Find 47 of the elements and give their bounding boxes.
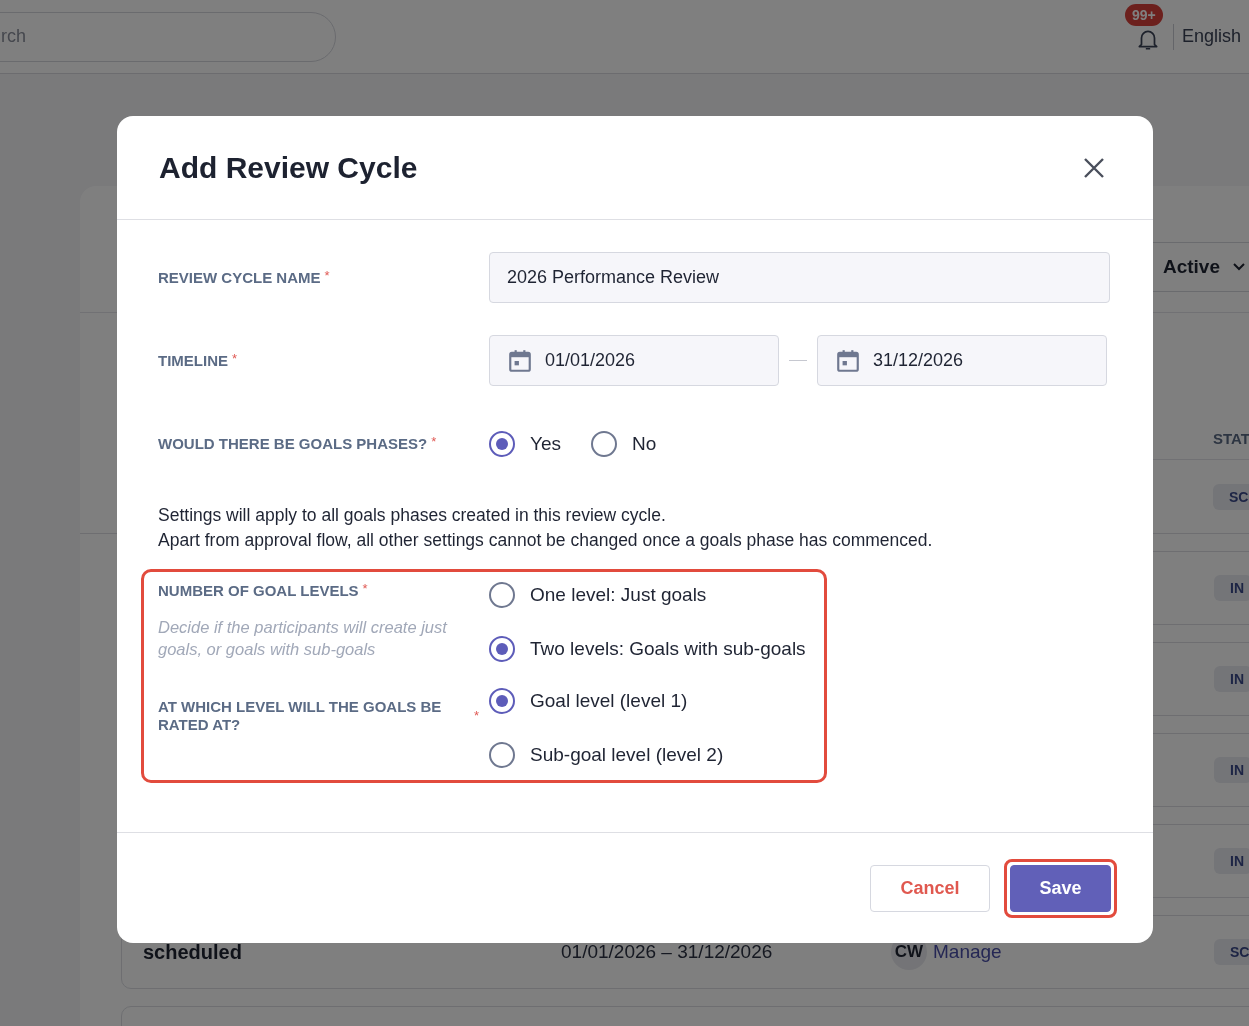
required-mark: * bbox=[324, 268, 330, 283]
status-badge: IN bbox=[1214, 757, 1249, 783]
option-label: Two levels: Goals with sub-goals bbox=[530, 638, 806, 660]
radio-button[interactable] bbox=[489, 742, 515, 768]
status-badge: SC bbox=[1213, 483, 1249, 510]
column-header: STAT bbox=[1213, 430, 1249, 447]
field-label: NUMBER OF GOAL LEVELS bbox=[158, 582, 359, 600]
radio-button[interactable] bbox=[591, 430, 617, 457]
notification-badge: 99+ bbox=[1124, 3, 1163, 26]
status-badge: SC bbox=[1214, 939, 1249, 965]
status-badge: IN bbox=[1214, 666, 1249, 692]
required-mark: * bbox=[362, 582, 368, 596]
field-label: REVIEW CYCLE NAME bbox=[158, 268, 321, 287]
language-selector[interactable]: English bbox=[1181, 26, 1241, 47]
field-label: TIMELINE bbox=[158, 351, 228, 370]
cycle-name: scheduled bbox=[143, 940, 243, 964]
required-mark: * bbox=[431, 434, 437, 449]
cancel-button[interactable]: Cancel bbox=[870, 864, 990, 912]
calendar-icon bbox=[835, 347, 861, 374]
option-label: No bbox=[632, 432, 657, 455]
radio-button[interactable] bbox=[489, 430, 515, 457]
timeline-text: 01/01/2026 – 31/12/2026 bbox=[561, 941, 774, 963]
date-field[interactable]: 01/01/2026 bbox=[489, 335, 779, 386]
hint-text: Decide if the participants will create just goals, or goals with sub-goals bbox=[158, 617, 449, 660]
manage-link[interactable]: Manage bbox=[933, 941, 1002, 963]
radio-button[interactable] bbox=[489, 582, 515, 608]
date-field[interactable]: 31/12/2026 bbox=[817, 335, 1107, 386]
calendar-icon bbox=[507, 347, 533, 374]
option-label: Goal level (level 1) bbox=[530, 690, 688, 712]
field-label: WOULD THERE BE GOALS PHASES? bbox=[158, 434, 428, 453]
close-icon bbox=[1083, 156, 1105, 179]
caret-icon bbox=[1232, 262, 1246, 272]
status-badge: IN bbox=[1214, 848, 1249, 874]
required-mark: * bbox=[473, 709, 479, 723]
dialog-title: Add Review Cycle bbox=[159, 150, 418, 185]
radio-button[interactable] bbox=[489, 636, 515, 662]
required-mark: * bbox=[232, 351, 238, 366]
save-button[interactable]: Save bbox=[1010, 864, 1111, 912]
text-field[interactable]: 2026 Performance Review bbox=[489, 252, 1110, 303]
option-label: Sub-goal level (level 2) bbox=[530, 744, 724, 766]
search-field[interactable]: rch bbox=[0, 11, 336, 62]
radio-button[interactable] bbox=[489, 688, 515, 714]
settings-note: Settings will apply to all goals phases created in this review cycle. Apart from approval flow, all other settings cannot be changed once a goals phase has commenced. bbox=[158, 504, 934, 552]
option-label: One level: Just goals bbox=[530, 584, 707, 606]
option-label: Yes bbox=[530, 432, 561, 455]
status-badge: IN bbox=[1214, 575, 1249, 601]
field-label: AT WHICH LEVEL WILL THE GOALS BE RATED AT? bbox=[158, 698, 443, 734]
